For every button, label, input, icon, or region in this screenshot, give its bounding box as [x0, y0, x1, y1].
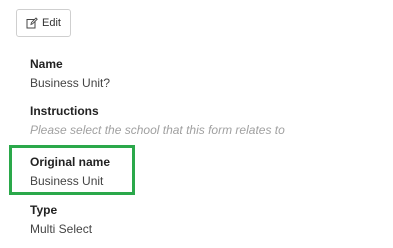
- field-instructions: Instructions Please select the school th…: [30, 104, 285, 137]
- field-name-value: Business Unit?: [30, 76, 111, 90]
- field-original-name-label: Original name: [30, 155, 111, 169]
- field-type-value: Multi Select: [30, 222, 93, 236]
- field-type-label: Type: [30, 203, 58, 217]
- edit-button[interactable]: Edit: [16, 9, 71, 37]
- field-instructions-label: Instructions: [30, 104, 99, 118]
- field-type: Type Multi Select: [30, 203, 92, 236]
- field-instructions-value: Please select the school that this form …: [30, 123, 285, 137]
- field-name: Name Business Unit?: [30, 57, 110, 90]
- edit-icon: [26, 17, 38, 29]
- field-name-label: Name: [30, 57, 63, 71]
- field-original-name: Original name Business Unit: [30, 155, 110, 188]
- edit-button-label: Edit: [42, 17, 61, 29]
- field-original-name-value: Business Unit: [30, 174, 104, 188]
